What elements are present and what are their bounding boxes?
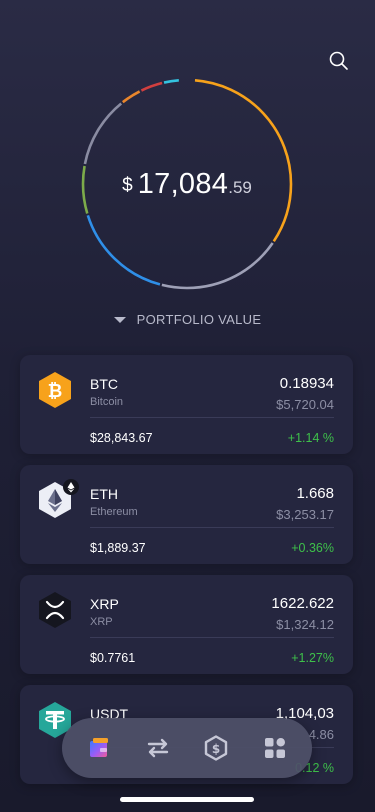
portfolio-value-decimal: .59: [228, 178, 252, 197]
apps-grid-icon: [265, 738, 285, 758]
wallet-icon: [90, 738, 108, 757]
coin-price: $28,843.67: [90, 431, 153, 445]
coin-amount: 0.18934: [279, 375, 334, 392]
tab-wallet[interactable]: [86, 735, 112, 761]
coin-change: +0.36%: [291, 541, 334, 555]
ethereum-icon: [39, 479, 79, 518]
coin-name: Bitcoin: [90, 396, 124, 408]
divider: [90, 527, 334, 528]
coin-name: XRP: [90, 616, 113, 628]
currency-symbol: $: [122, 175, 133, 196]
search-icon: [329, 51, 348, 70]
coin-value: $3,253.17: [276, 507, 334, 522]
portfolio-value-label: PORTFOLIO VALUE: [136, 312, 262, 327]
svg-text:$: $: [212, 742, 220, 756]
coin-amount: 1.668: [296, 485, 334, 502]
coin-card-xrp[interactable]: XRP XRP 1622.622 $1,324.12 $0.7761 +1.27…: [20, 575, 353, 674]
tab-exchange[interactable]: [145, 735, 171, 761]
coin-price: $1,889.37: [90, 541, 146, 555]
portfolio-donut: $ 17,084 .59: [80, 77, 294, 291]
coin-value: 4.86: [308, 727, 334, 742]
portfolio-total: $ 17,084 .59: [80, 77, 294, 291]
coin-symbol: BTC: [90, 376, 118, 392]
coin-change: +1.14 %: [287, 431, 334, 445]
exchange-arrows-icon: [147, 738, 169, 758]
bottom-tab-bar: $: [62, 718, 312, 778]
coin-price: $0.7761: [90, 651, 136, 665]
xrp-icon: [39, 592, 71, 628]
divider: [90, 417, 334, 418]
tab-earn[interactable]: $: [203, 735, 229, 761]
coin-card-eth[interactable]: ETH Ethereum 1.668 $3,253.17 $1,889.37 +…: [20, 465, 353, 564]
bitcoin-icon: ₿: [39, 372, 71, 408]
coin-card-btc[interactable]: ₿ BTC Bitcoin 0.18934 $5,720.04 $28,843.…: [20, 355, 353, 454]
coin-value: $1,324.12: [276, 617, 334, 632]
coin-symbol: ETH: [90, 486, 118, 502]
portfolio-value-toggle[interactable]: PORTFOLIO VALUE: [0, 312, 375, 327]
portfolio-value-integer: 17,084: [137, 167, 229, 200]
coin-name: Ethereum: [90, 506, 138, 518]
dollar-coin-icon: $: [204, 735, 228, 761]
coin-value: $5,720.04: [276, 397, 334, 412]
svg-text:₿: ₿: [48, 381, 63, 402]
home-indicator: [120, 797, 254, 802]
divider: [90, 637, 334, 638]
search-button[interactable]: [326, 48, 352, 74]
tab-apps[interactable]: [262, 735, 288, 761]
coin-amount: 1622.622: [271, 595, 334, 612]
coin-symbol: XRP: [90, 596, 119, 612]
caret-down-icon: [113, 316, 126, 323]
coin-change: +1.27%: [291, 651, 334, 665]
